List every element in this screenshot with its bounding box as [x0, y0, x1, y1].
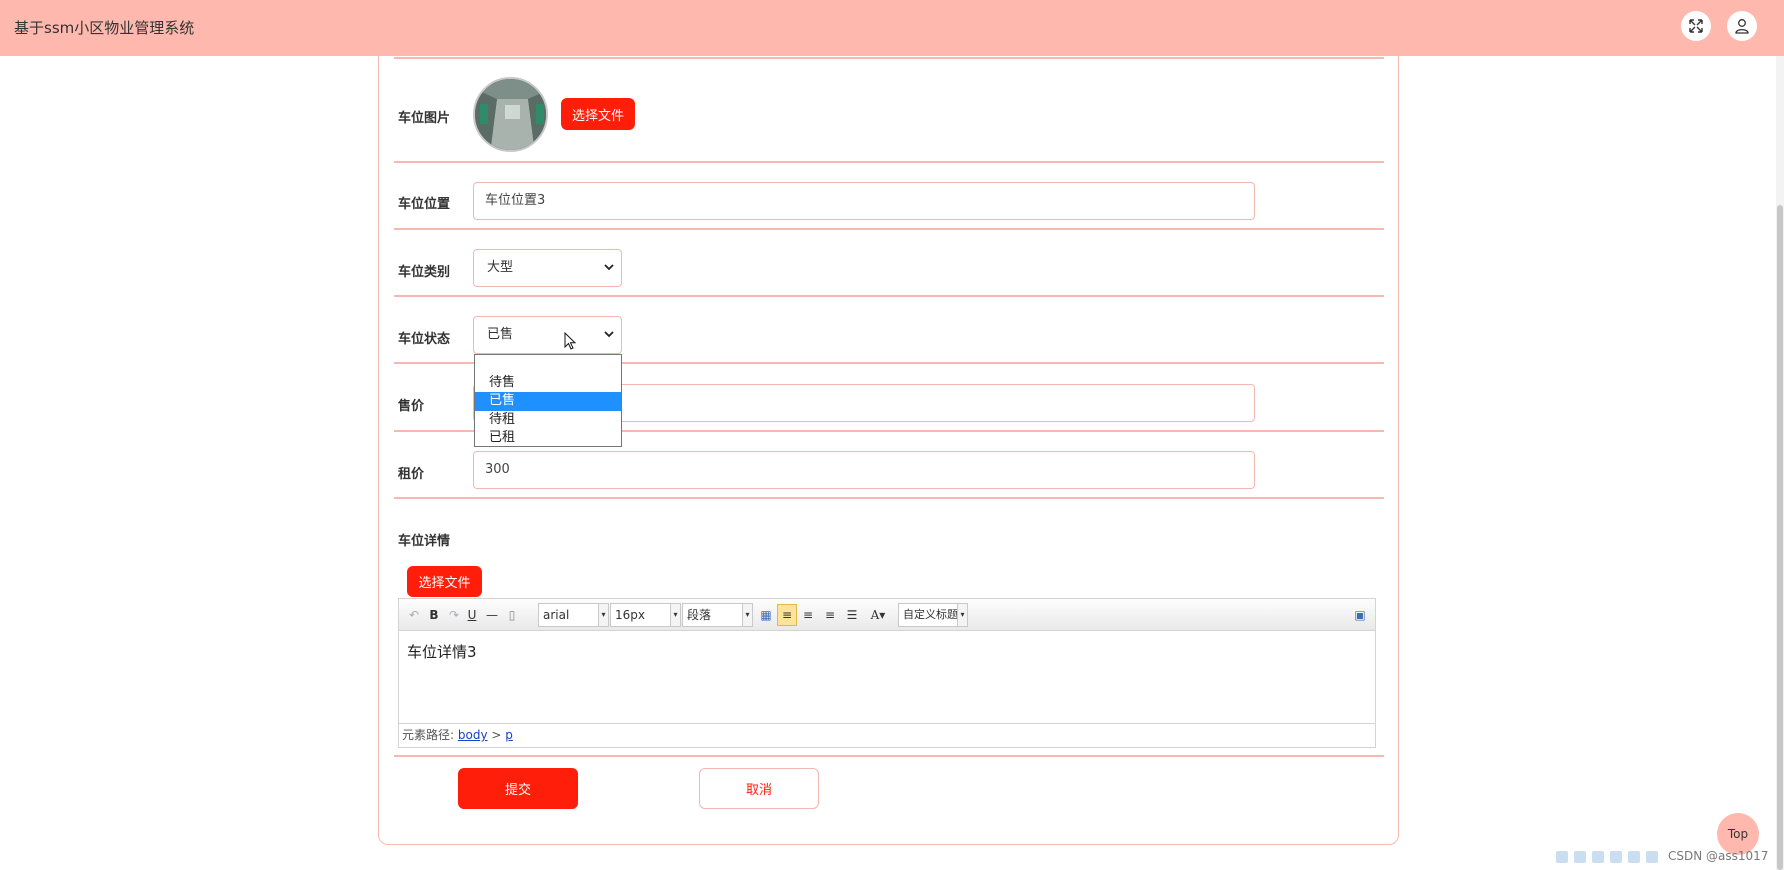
element-path-p-link[interactable]: p — [505, 728, 513, 742]
editor-toolbar: ↶ B ↷ U — ▯ arial ▾ 16px ▾ 段落 ▾ ▦ ≡ ≡ ≡ … — [399, 599, 1375, 631]
underline-icon[interactable]: U — [463, 606, 481, 624]
custom-heading-value: 自定义标题 — [903, 608, 958, 621]
rent-price-label: 租价 — [398, 467, 425, 482]
paste-plain-icon[interactable]: ▯ — [503, 606, 521, 624]
user-menu-button[interactable] — [1727, 11, 1757, 41]
category-select[interactable]: 大型 — [473, 249, 622, 287]
source-code-icon[interactable]: ▣ — [1351, 606, 1369, 624]
status-label: 车位状态 — [398, 332, 451, 347]
table-icon[interactable]: ▦ — [757, 606, 775, 624]
font-family-select[interactable]: arial ▾ — [538, 603, 609, 627]
mouse-cursor-icon — [564, 332, 577, 350]
parking-image-preview — [473, 77, 548, 152]
undo-icon[interactable]: ↶ — [405, 606, 423, 624]
fullscreen-button[interactable] — [1681, 11, 1711, 41]
font-family-value: arial — [543, 608, 570, 622]
element-path-label: 元素路径: — [402, 728, 455, 742]
detail-upload-button[interactable]: 选择文件 — [407, 566, 482, 597]
align-left-icon[interactable]: ≡ — [777, 604, 797, 626]
system-tray-icons — [1556, 851, 1661, 867]
paragraph-select[interactable]: 段落 ▾ — [682, 603, 753, 627]
dropdown-arrow-icon: ▾ — [598, 604, 608, 626]
image-upload-button[interactable]: 选择文件 — [561, 98, 635, 130]
row-divider — [394, 295, 1384, 297]
element-path-body-link[interactable]: body — [458, 728, 488, 742]
expand-icon — [1689, 19, 1703, 33]
status-option[interactable]: 待租 — [475, 411, 621, 430]
dropdown-arrow-icon: ▾ — [742, 604, 752, 626]
app-title: 基于ssm小区物业管理系统 — [14, 19, 195, 37]
align-center-icon[interactable]: ≡ — [821, 606, 839, 624]
editor-content[interactable]: 车位详情3 — [407, 641, 477, 662]
status-selected-value: 已售 — [487, 327, 514, 342]
row-divider — [394, 755, 1384, 757]
status-option[interactable]: 已租 — [475, 429, 621, 448]
rent-price-input[interactable]: 300 — [473, 451, 1255, 489]
chevron-down-icon — [604, 331, 614, 338]
status-option[interactable]: 待售 — [475, 374, 621, 393]
location-label: 车位位置 — [398, 197, 451, 212]
row-divider — [394, 497, 1384, 499]
status-dropdown-list[interactable]: 待售 已售 待租 已租 — [474, 354, 622, 447]
dropdown-arrow-icon: ▾ — [957, 604, 967, 626]
bold-icon[interactable]: B — [425, 606, 443, 624]
row-divider — [394, 57, 1384, 59]
element-path-separator: > — [491, 728, 502, 742]
status-select[interactable]: 已售 — [473, 316, 622, 354]
font-size-value: 16px — [615, 608, 645, 622]
location-input[interactable]: 车位位置3 — [473, 182, 1255, 220]
align-justify-icon[interactable]: ☰ — [843, 606, 861, 624]
font-size-select[interactable]: 16px ▾ — [610, 603, 681, 627]
detail-label: 车位详情 — [398, 534, 451, 549]
status-option[interactable] — [475, 355, 621, 374]
page-scrollbar-thumb[interactable] — [1777, 205, 1783, 870]
redo-icon[interactable]: ↷ — [445, 606, 463, 624]
row-divider — [394, 228, 1384, 230]
font-color-icon[interactable]: A▾ — [869, 606, 887, 624]
element-path-bar: 元素路径: body > p — [399, 723, 1375, 747]
horizontal-rule-icon[interactable]: — — [483, 606, 501, 624]
user-icon — [1735, 19, 1749, 34]
status-option-selected[interactable]: 已售 — [475, 392, 621, 411]
paragraph-value: 段落 — [687, 608, 712, 622]
cancel-button[interactable]: 取消 — [699, 768, 819, 809]
custom-heading-select[interactable]: 自定义标题 ▾ — [898, 603, 968, 627]
image-label: 车位图片 — [398, 111, 451, 126]
category-label: 车位类别 — [398, 265, 451, 280]
submit-button[interactable]: 提交 — [458, 768, 578, 809]
sale-price-label: 售价 — [398, 399, 425, 414]
top-header: 基于ssm小区物业管理系统 — [0, 0, 1784, 56]
dropdown-arrow-icon: ▾ — [670, 604, 680, 626]
watermark: CSDN @ass1017 — [1668, 849, 1769, 863]
align-right-icon[interactable]: ≡ — [799, 606, 817, 624]
chevron-down-icon — [604, 264, 614, 271]
category-selected-value: 大型 — [487, 260, 514, 275]
rich-text-editor: ↶ B ↷ U — ▯ arial ▾ 16px ▾ 段落 ▾ ▦ ≡ ≡ ≡ … — [398, 598, 1376, 748]
row-divider — [394, 161, 1384, 163]
